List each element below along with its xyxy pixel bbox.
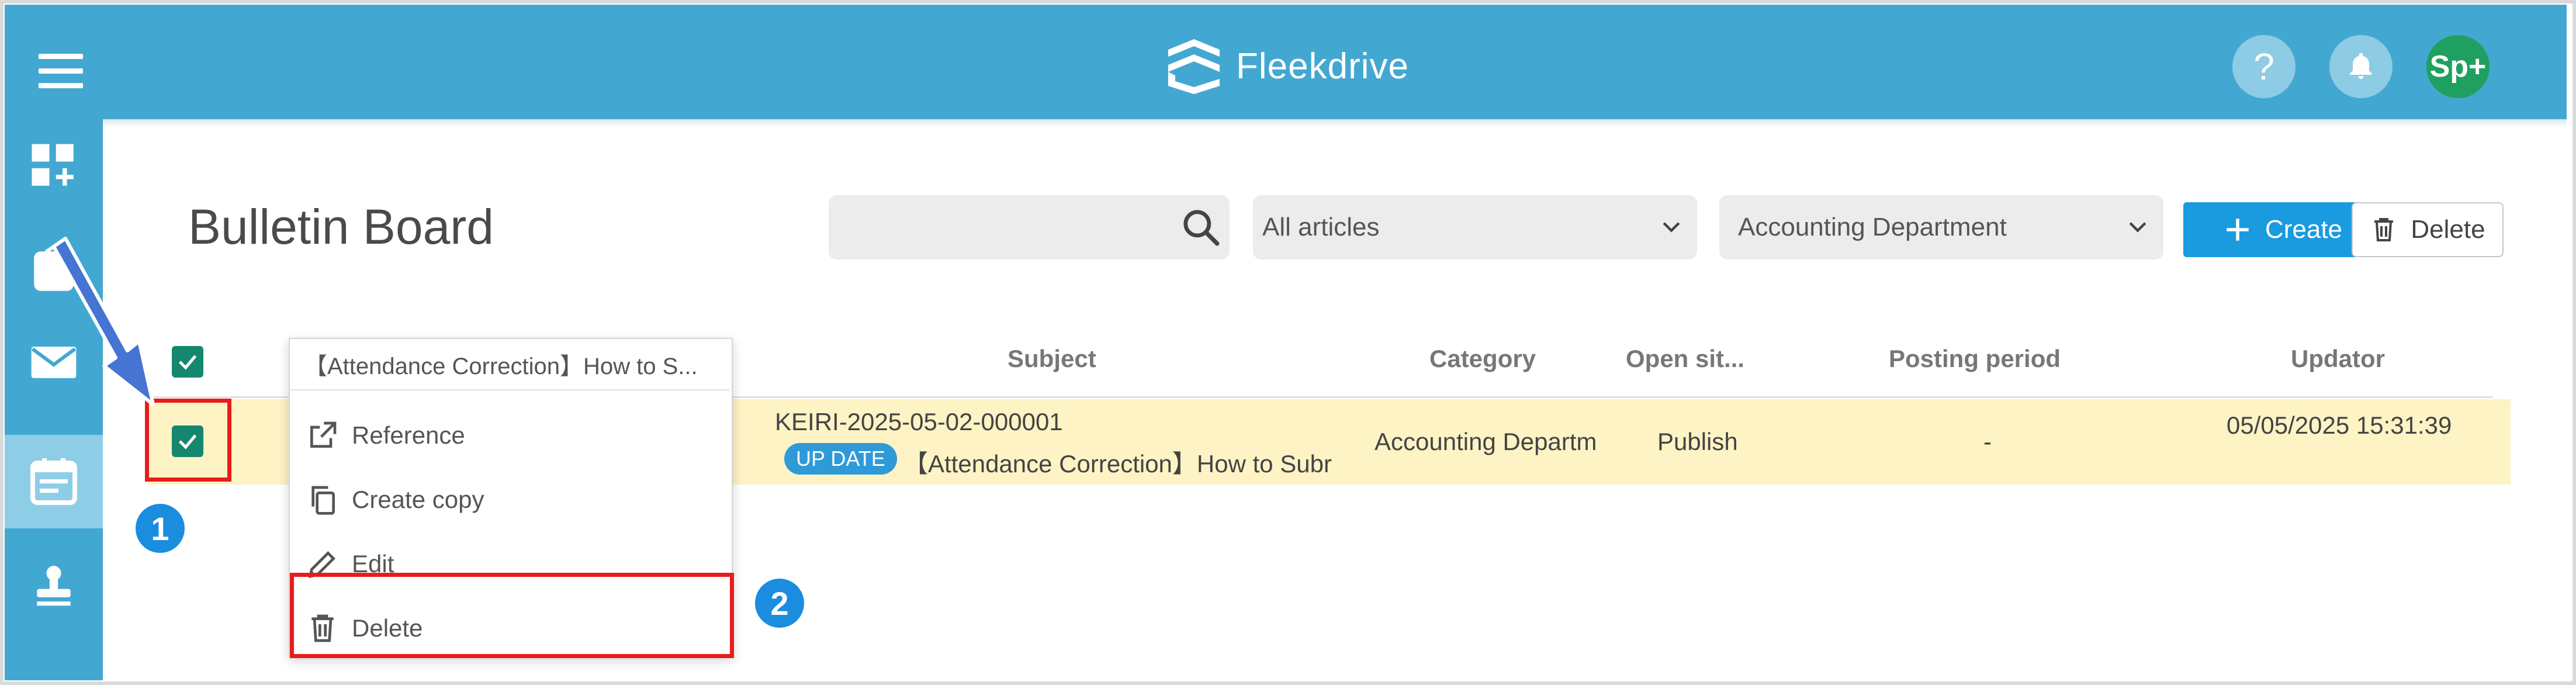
row-updated: 05/05/2025 15:31:39 bbox=[2227, 411, 2452, 439]
pointer-arrow-icon bbox=[45, 237, 155, 406]
trash-icon bbox=[2374, 218, 2394, 241]
calendar-icon bbox=[30, 458, 77, 505]
update-badge: UP DATE bbox=[784, 443, 897, 475]
hamburger-menu-icon[interactable] bbox=[39, 54, 83, 89]
search-input[interactable] bbox=[829, 195, 1230, 260]
delete-label: Delete bbox=[2411, 215, 2485, 244]
context-menu-title: 【Attendance Correction】How to S... bbox=[290, 339, 729, 390]
menu-item-label: Reference bbox=[352, 421, 465, 449]
user-avatar[interactable]: Sp+ bbox=[2426, 35, 2490, 98]
header-shadow bbox=[103, 119, 2567, 127]
chevron-down-icon bbox=[1663, 222, 1680, 233]
department-select[interactable]: Accounting Department bbox=[1719, 195, 2163, 260]
plus-icon bbox=[2227, 219, 2249, 241]
column-header-open-site[interactable]: Open sit... bbox=[1626, 345, 1744, 373]
create-label: Create bbox=[2265, 215, 2343, 244]
highlight-row-checkbox bbox=[145, 399, 231, 482]
article-filter-select[interactable]: All articles bbox=[1253, 195, 1697, 260]
notification-button[interactable] bbox=[2329, 35, 2393, 98]
article-filter-value: All articles bbox=[1262, 213, 1380, 241]
delete-button[interactable]: Delete bbox=[2352, 202, 2504, 257]
column-header-posting-period[interactable]: Posting period bbox=[1889, 345, 2061, 373]
dashboard-add-icon bbox=[32, 144, 74, 186]
highlight-delete-item bbox=[290, 573, 734, 658]
menu-item-reference[interactable]: Reference bbox=[290, 403, 729, 468]
app-name: Fleekdrive bbox=[1236, 46, 1409, 87]
app-window: Fleekdrive ? Sp+ Bulletin Board All arti… bbox=[0, 0, 2576, 685]
chevron-down-icon bbox=[2129, 222, 2146, 233]
check-icon bbox=[178, 355, 197, 370]
sidebar-item-dashboard[interactable] bbox=[5, 119, 103, 213]
help-button[interactable]: ? bbox=[2232, 35, 2295, 98]
column-header-category[interactable]: Category bbox=[1429, 345, 1536, 373]
copy-icon bbox=[311, 486, 335, 515]
step-badge-2: 2 bbox=[753, 576, 806, 630]
column-header-updator[interactable]: Updator bbox=[2291, 345, 2385, 373]
open-external-icon bbox=[310, 421, 337, 448]
app-logo: Fleekdrive bbox=[1165, 34, 1409, 98]
search-icon[interactable] bbox=[1179, 206, 1223, 249]
step-badge-1: 1 bbox=[133, 501, 187, 555]
column-header-subject[interactable]: Subject bbox=[1007, 345, 1096, 373]
sidebar-item-approval[interactable] bbox=[5, 540, 103, 634]
select-all-checkbox[interactable] bbox=[172, 346, 203, 378]
stamp-icon bbox=[37, 566, 71, 606]
sidebar-item-bulletin-board[interactable] bbox=[5, 435, 103, 528]
row-open-site: Publish bbox=[1657, 428, 1738, 455]
menu-item-create-copy[interactable]: Create copy bbox=[290, 468, 729, 532]
row-posting-period: - bbox=[1983, 428, 1992, 455]
page-title: Bulletin Board bbox=[188, 199, 494, 254]
row-article-id[interactable]: KEIRI-2025-05-02-000001 bbox=[775, 408, 1063, 436]
fleekdrive-logo-icon bbox=[1168, 39, 1220, 94]
department-value: Accounting Department bbox=[1738, 213, 2007, 241]
menu-item-label: Create copy bbox=[352, 486, 484, 513]
top-bar: Fleekdrive ? Sp+ bbox=[5, 5, 2567, 119]
bell-icon bbox=[2350, 53, 2372, 79]
row-category: Accounting Departm bbox=[1374, 428, 1597, 455]
row-subject[interactable]: 【Attendance Correction】How to Subr bbox=[903, 444, 1345, 480]
